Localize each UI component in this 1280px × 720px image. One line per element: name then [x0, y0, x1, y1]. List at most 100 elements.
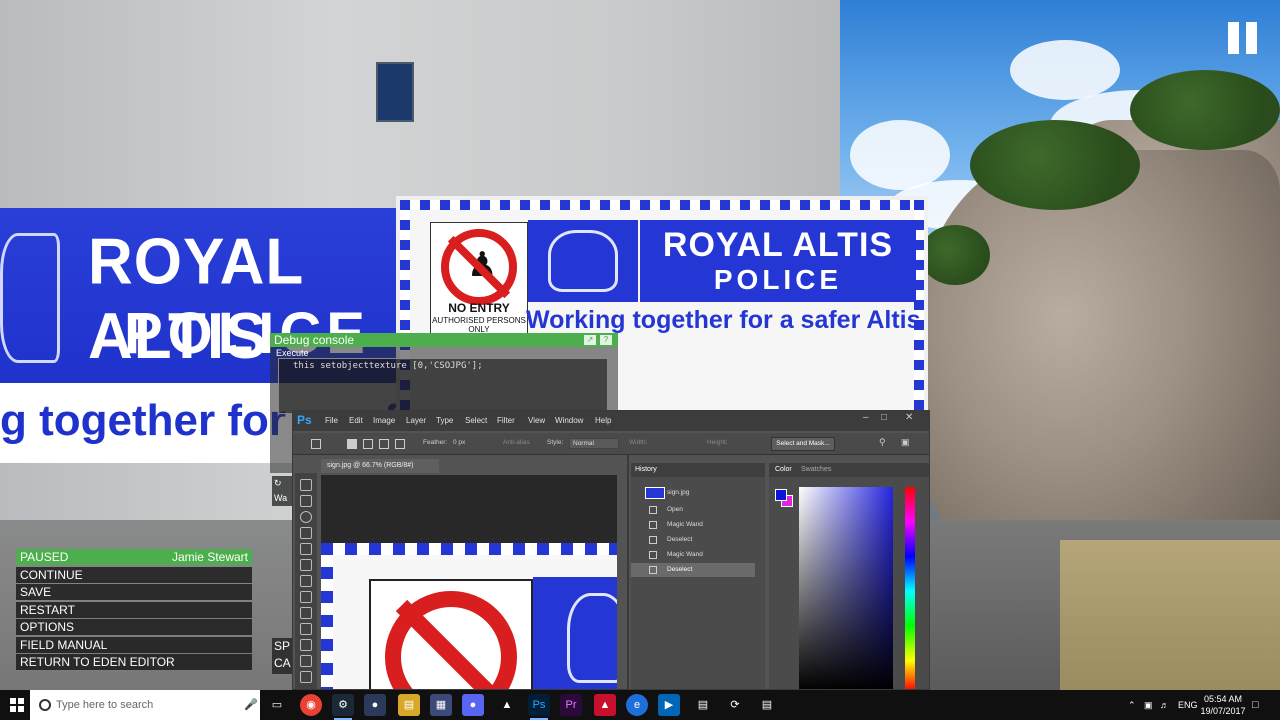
- history-step[interactable]: Open: [631, 503, 755, 517]
- brush-tool-icon[interactable]: [300, 591, 312, 603]
- app-icon[interactable]: ▲: [594, 694, 616, 716]
- minimize-icon[interactable]: –: [863, 412, 869, 423]
- continue-button[interactable]: CONTINUE: [16, 566, 252, 583]
- taskbar-search[interactable]: Type here to search 🎤: [30, 690, 260, 720]
- history-snapshot-label: sign.jpg: [667, 489, 690, 496]
- move-tool-icon[interactable]: [300, 479, 312, 491]
- color-tab[interactable]: Color: [775, 466, 792, 473]
- vscode-icon[interactable]: ▶: [658, 694, 680, 716]
- task-view-icon[interactable]: ▭: [266, 694, 288, 716]
- menu-type[interactable]: Type: [436, 416, 453, 425]
- notification-icon[interactable]: □: [1252, 690, 1259, 720]
- photoshop-window: Ps File Edit Image Layer Type Select Fil…: [292, 410, 930, 690]
- side-menu-fragment: SP CA: [272, 638, 292, 674]
- app-icon[interactable]: ▲: [496, 694, 518, 716]
- refresh-icon[interactable]: ↻: [274, 476, 292, 491]
- side-menu-fragment-top: ↻ Wa: [272, 476, 292, 506]
- workspace-icon[interactable]: ▣: [901, 437, 910, 448]
- menu-select[interactable]: Select: [465, 416, 487, 425]
- history-step[interactable]: Magic Wand: [631, 518, 755, 532]
- history-step[interactable]: Deselect: [631, 533, 755, 547]
- history-step-active[interactable]: Deselect: [631, 563, 755, 577]
- language-indicator[interactable]: ENG: [1178, 690, 1198, 720]
- menu-view[interactable]: View: [528, 416, 545, 425]
- restart-button[interactable]: RESTART: [16, 601, 252, 618]
- eyedropper-tool-icon[interactable]: [300, 559, 312, 571]
- marquee-tool-icon[interactable]: [311, 439, 321, 449]
- blur-tool-icon[interactable]: [300, 671, 312, 683]
- document-tab[interactable]: sign.jpg @ 66.7% (RGB/8#): [321, 459, 439, 473]
- search-icon: [39, 699, 51, 711]
- style-select[interactable]: Normal: [569, 438, 619, 449]
- sign-crest: [528, 220, 638, 302]
- photoshop-icon[interactable]: Ps: [528, 694, 550, 720]
- side-fragment-item[interactable]: SP: [274, 638, 292, 655]
- eraser-tool-icon[interactable]: [300, 639, 312, 651]
- search-icon[interactable]: ⚲: [879, 437, 886, 448]
- history-brush-tool-icon[interactable]: [300, 623, 312, 635]
- options-button[interactable]: OPTIONS: [16, 619, 252, 635]
- tree: [1130, 70, 1280, 150]
- menu-edit[interactable]: Edit: [349, 416, 363, 425]
- menu-file[interactable]: File: [325, 416, 338, 425]
- menu-layer[interactable]: Layer: [406, 416, 426, 425]
- help-icon[interactable]: ?: [600, 335, 612, 345]
- taskbar-clock[interactable]: 05:54 AM 19/07/2017: [1200, 693, 1246, 717]
- deselect-icon: [649, 566, 657, 574]
- microphone-icon[interactable]: 🎤: [244, 698, 258, 711]
- debug-code-input[interactable]: this setobjecttexture [0,'CSOJPG'];: [278, 358, 608, 414]
- authorised-label: AUTHORISED PERSONS ONLY: [432, 316, 526, 334]
- chrome-icon[interactable]: ◉: [300, 694, 322, 716]
- file-explorer-icon[interactable]: ▤: [398, 694, 420, 716]
- swatches-tab[interactable]: Swatches: [801, 466, 831, 473]
- discord-icon[interactable]: ●: [462, 694, 484, 716]
- anti-alias-checkbox[interactable]: Anti-alias: [503, 439, 530, 446]
- intersect-selection-icon[interactable]: [395, 439, 405, 449]
- network-icon[interactable]: ▣: [1144, 690, 1153, 720]
- lasso-tool-icon[interactable]: [300, 511, 312, 523]
- foreground-color-swatch[interactable]: [775, 489, 787, 501]
- pause-icon[interactable]: [1228, 22, 1258, 54]
- menu-window[interactable]: Window: [555, 416, 583, 425]
- clock-time: 05:54 AM: [1203, 694, 1243, 704]
- menu-help[interactable]: Help: [595, 416, 611, 425]
- app-icon[interactable]: ▦: [430, 694, 452, 716]
- side-fragment-item[interactable]: CA: [274, 655, 292, 672]
- marquee-tool-icon[interactable]: [300, 495, 312, 507]
- add-selection-icon[interactable]: [363, 439, 373, 449]
- crop-tool-icon[interactable]: [300, 543, 312, 555]
- app-icon[interactable]: ▤: [756, 694, 778, 716]
- gradient-tool-icon[interactable]: [300, 655, 312, 667]
- subtract-selection-icon[interactable]: [379, 439, 389, 449]
- ps-options-bar: Feather: 0 px Anti-alias Style: Normal W…: [293, 433, 929, 455]
- menu-filter[interactable]: Filter: [497, 416, 515, 425]
- select-and-mask-button[interactable]: Select and Mask...: [771, 437, 835, 451]
- link-icon[interactable]: ↗: [584, 335, 596, 345]
- return-to-eden-button[interactable]: RETURN TO EDEN EDITOR: [16, 654, 252, 670]
- magic-wand-tool-icon[interactable]: [300, 527, 312, 539]
- new-selection-icon[interactable]: [347, 439, 357, 449]
- police-crest-icon: [0, 233, 60, 363]
- history-step[interactable]: Magic Wand: [631, 548, 755, 562]
- windows-start-icon[interactable]: [10, 698, 24, 712]
- close-icon[interactable]: ✕: [905, 412, 913, 423]
- app-icon[interactable]: ▤: [692, 694, 714, 716]
- premiere-icon[interactable]: Pr: [560, 694, 582, 716]
- maximize-icon[interactable]: □: [881, 412, 887, 423]
- app-icon[interactable]: ⟳: [724, 694, 746, 716]
- hue-slider[interactable]: [905, 487, 915, 689]
- save-button[interactable]: SAVE: [16, 584, 252, 600]
- sign-image[interactable]: [321, 543, 617, 689]
- menu-image[interactable]: Image: [373, 416, 395, 425]
- edge-icon[interactable]: e: [626, 694, 648, 716]
- color-field[interactable]: [799, 487, 893, 689]
- steam-icon[interactable]: ⚙: [332, 694, 354, 720]
- healing-tool-icon[interactable]: [300, 575, 312, 587]
- field-manual-button[interactable]: FIELD MANUAL: [16, 636, 252, 653]
- app-icon[interactable]: ●: [364, 694, 386, 716]
- volume-icon[interactable]: ♬: [1160, 690, 1169, 720]
- feather-input[interactable]: 0 px: [453, 439, 465, 446]
- tray-chevron-icon[interactable]: ⌃: [1128, 690, 1136, 720]
- stamp-tool-icon[interactable]: [300, 607, 312, 619]
- history-snapshot[interactable]: sign.jpg: [631, 486, 755, 500]
